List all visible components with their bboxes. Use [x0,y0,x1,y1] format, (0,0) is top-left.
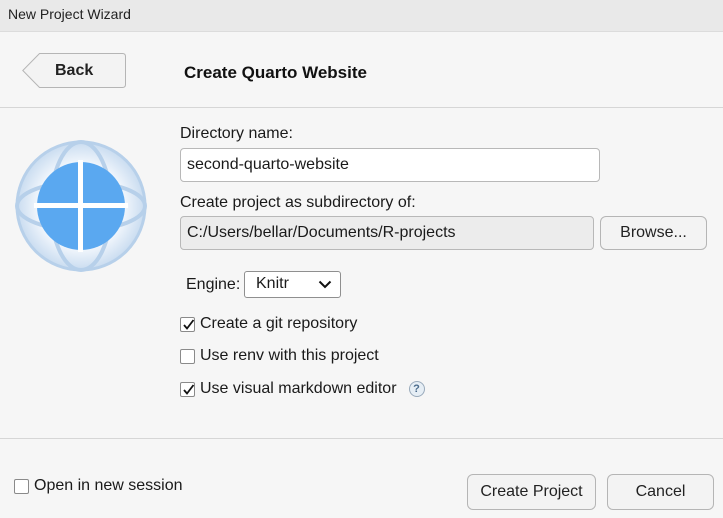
back-button-label: Back [55,62,94,79]
directory-name-input[interactable] [180,148,600,182]
check-icon [183,383,195,395]
engine-label: Engine: [186,276,241,293]
window-title: New Project Wizard [8,6,131,22]
open-new-session-option[interactable]: Open in new session [14,477,183,495]
renv-option[interactable]: Use renv with this project [180,347,379,365]
browse-button[interactable]: Browse... [600,216,707,250]
cancel-label: Cancel [635,483,686,500]
git-repo-label: Create a git repository [200,315,358,332]
page-title: Create Quarto Website [184,63,367,82]
browse-button-label: Browse... [620,224,687,241]
renv-checkbox[interactable] [180,348,195,364]
git-repo-checkbox[interactable] [180,316,195,332]
back-button[interactable]: Back [22,53,126,88]
footer-divider [0,438,723,439]
cancel-button[interactable]: Cancel [607,474,714,510]
subdirectory-input[interactable] [180,216,594,250]
open-new-session-checkbox[interactable] [14,478,29,494]
visual-editor-checkbox[interactable] [180,381,195,397]
help-icon[interactable]: ? [408,381,425,397]
renv-label: Use renv with this project [200,347,379,364]
check-icon [183,318,195,330]
directory-name-label: Directory name: [180,125,293,142]
create-project-label: Create Project [480,483,583,500]
git-repo-option[interactable]: Create a git repository [180,315,357,333]
header-divider [0,107,723,108]
open-new-session-label: Open in new session [34,477,183,494]
quarto-globe-icon [15,140,147,272]
visual-editor-option[interactable]: Use visual markdown editor ? [180,380,425,398]
window-titlebar: New Project Wizard [0,0,723,32]
subdirectory-label: Create project as subdirectory of: [180,194,416,211]
engine-select[interactable]: Knitr [244,271,341,298]
chevron-down-icon [318,280,332,289]
create-project-button[interactable]: Create Project [467,474,596,510]
engine-select-value: Knitr [256,275,289,292]
visual-editor-label: Use visual markdown editor [200,380,397,397]
